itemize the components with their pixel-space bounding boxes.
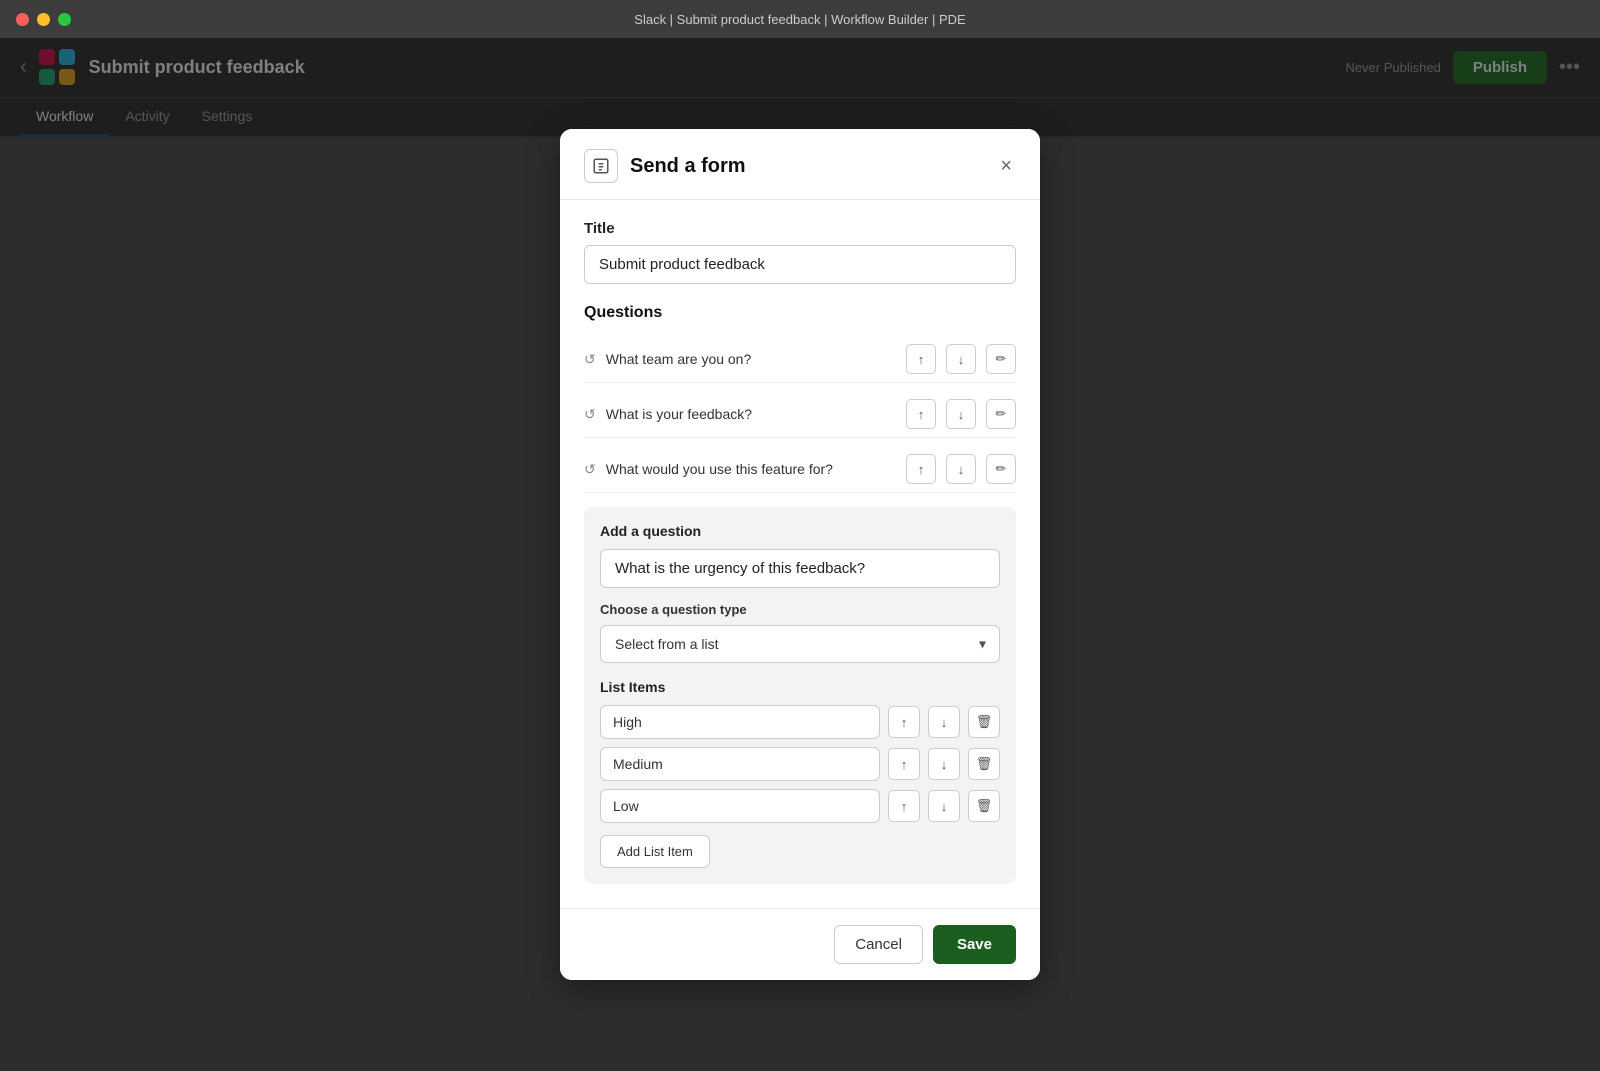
- list-item-row: ↑ ↓ 🗑: [600, 789, 1000, 823]
- question-item: ↺ What team are you on? ↑ ↓ ✏: [584, 336, 1016, 383]
- save-button[interactable]: Save: [933, 925, 1016, 964]
- question-down-button-1[interactable]: ↓: [946, 344, 976, 374]
- list-item-input-high[interactable]: [600, 705, 880, 739]
- list-item-row: ↑ ↓ 🗑: [600, 705, 1000, 739]
- question-repeat-icon-3: ↺: [584, 461, 596, 478]
- questions-section-title: Questions: [584, 304, 1016, 322]
- question-text-1: What team are you on?: [606, 351, 896, 367]
- title-input[interactable]: [584, 245, 1016, 284]
- modal: Send a form × Title Questions ↺ What tea…: [560, 129, 1040, 980]
- cancel-button[interactable]: Cancel: [834, 925, 923, 964]
- list-item-delete-medium[interactable]: 🗑: [968, 748, 1000, 780]
- add-question-box: Add a question Choose a question type Se…: [584, 507, 1016, 884]
- question-input[interactable]: [600, 549, 1000, 588]
- list-item-delete-low[interactable]: 🗑: [968, 790, 1000, 822]
- question-edit-button-3[interactable]: ✏: [986, 454, 1016, 484]
- modal-header: Send a form ×: [560, 129, 1040, 200]
- add-list-item-button[interactable]: Add List Item: [600, 835, 710, 868]
- choose-type-label: Choose a question type: [600, 602, 1000, 617]
- question-text-3: What would you use this feature for?: [606, 461, 896, 477]
- list-item-up-low[interactable]: ↑: [888, 790, 920, 822]
- modal-overlay: Send a form × Title Questions ↺ What tea…: [0, 38, 1600, 1071]
- question-item: ↺ What would you use this feature for? ↑…: [584, 446, 1016, 493]
- question-down-button-2[interactable]: ↓: [946, 399, 976, 429]
- question-repeat-icon-2: ↺: [584, 406, 596, 423]
- maximize-button[interactable]: [58, 13, 71, 26]
- question-text-2: What is your feedback?: [606, 406, 896, 422]
- question-up-button-2[interactable]: ↑: [906, 399, 936, 429]
- add-question-label: Add a question: [600, 523, 1000, 539]
- list-item-down-medium[interactable]: ↓: [928, 748, 960, 780]
- question-repeat-icon-1: ↺: [584, 351, 596, 368]
- list-items-container: ↑ ↓ 🗑 ↑ ↓ 🗑: [600, 705, 1000, 823]
- question-type-select[interactable]: Select from a list Short answer Long ans…: [600, 625, 1000, 663]
- question-down-button-3[interactable]: ↓: [946, 454, 976, 484]
- list-item-up-medium[interactable]: ↑: [888, 748, 920, 780]
- list-item-row: ↑ ↓ 🗑: [600, 747, 1000, 781]
- window-title: Slack | Submit product feedback | Workfl…: [634, 12, 965, 27]
- app-background: ‹ Submit product feedback Never Publishe…: [0, 38, 1600, 1071]
- list-item-down-high[interactable]: ↓: [928, 706, 960, 738]
- modal-header-icon: [584, 149, 618, 183]
- question-item: ↺ What is your feedback? ↑ ↓ ✏: [584, 391, 1016, 438]
- close-button[interactable]: [16, 13, 29, 26]
- modal-title: Send a form: [630, 155, 996, 178]
- title-field-group: Title: [584, 220, 1016, 284]
- title-bar: Slack | Submit product feedback | Workfl…: [0, 0, 1600, 38]
- question-type-select-wrapper: Select from a list Short answer Long ans…: [600, 625, 1000, 663]
- traffic-lights: [16, 13, 71, 26]
- list-item-up-high[interactable]: ↑: [888, 706, 920, 738]
- modal-footer: Cancel Save: [560, 908, 1040, 980]
- question-up-button-1[interactable]: ↑: [906, 344, 936, 374]
- list-items-label: List Items: [600, 679, 1000, 695]
- list-item-down-low[interactable]: ↓: [928, 790, 960, 822]
- questions-list: ↺ What team are you on? ↑ ↓ ✏ ↺ What is …: [584, 336, 1016, 493]
- minimize-button[interactable]: [37, 13, 50, 26]
- question-edit-button-2[interactable]: ✏: [986, 399, 1016, 429]
- question-up-button-3[interactable]: ↑: [906, 454, 936, 484]
- list-item-input-medium[interactable]: [600, 747, 880, 781]
- modal-close-button[interactable]: ×: [996, 151, 1016, 182]
- modal-body: Title Questions ↺ What team are you on? …: [560, 200, 1040, 908]
- title-field-label: Title: [584, 220, 1016, 237]
- question-edit-button-1[interactable]: ✏: [986, 344, 1016, 374]
- list-item-input-low[interactable]: [600, 789, 880, 823]
- list-item-delete-high[interactable]: 🗑: [968, 706, 1000, 738]
